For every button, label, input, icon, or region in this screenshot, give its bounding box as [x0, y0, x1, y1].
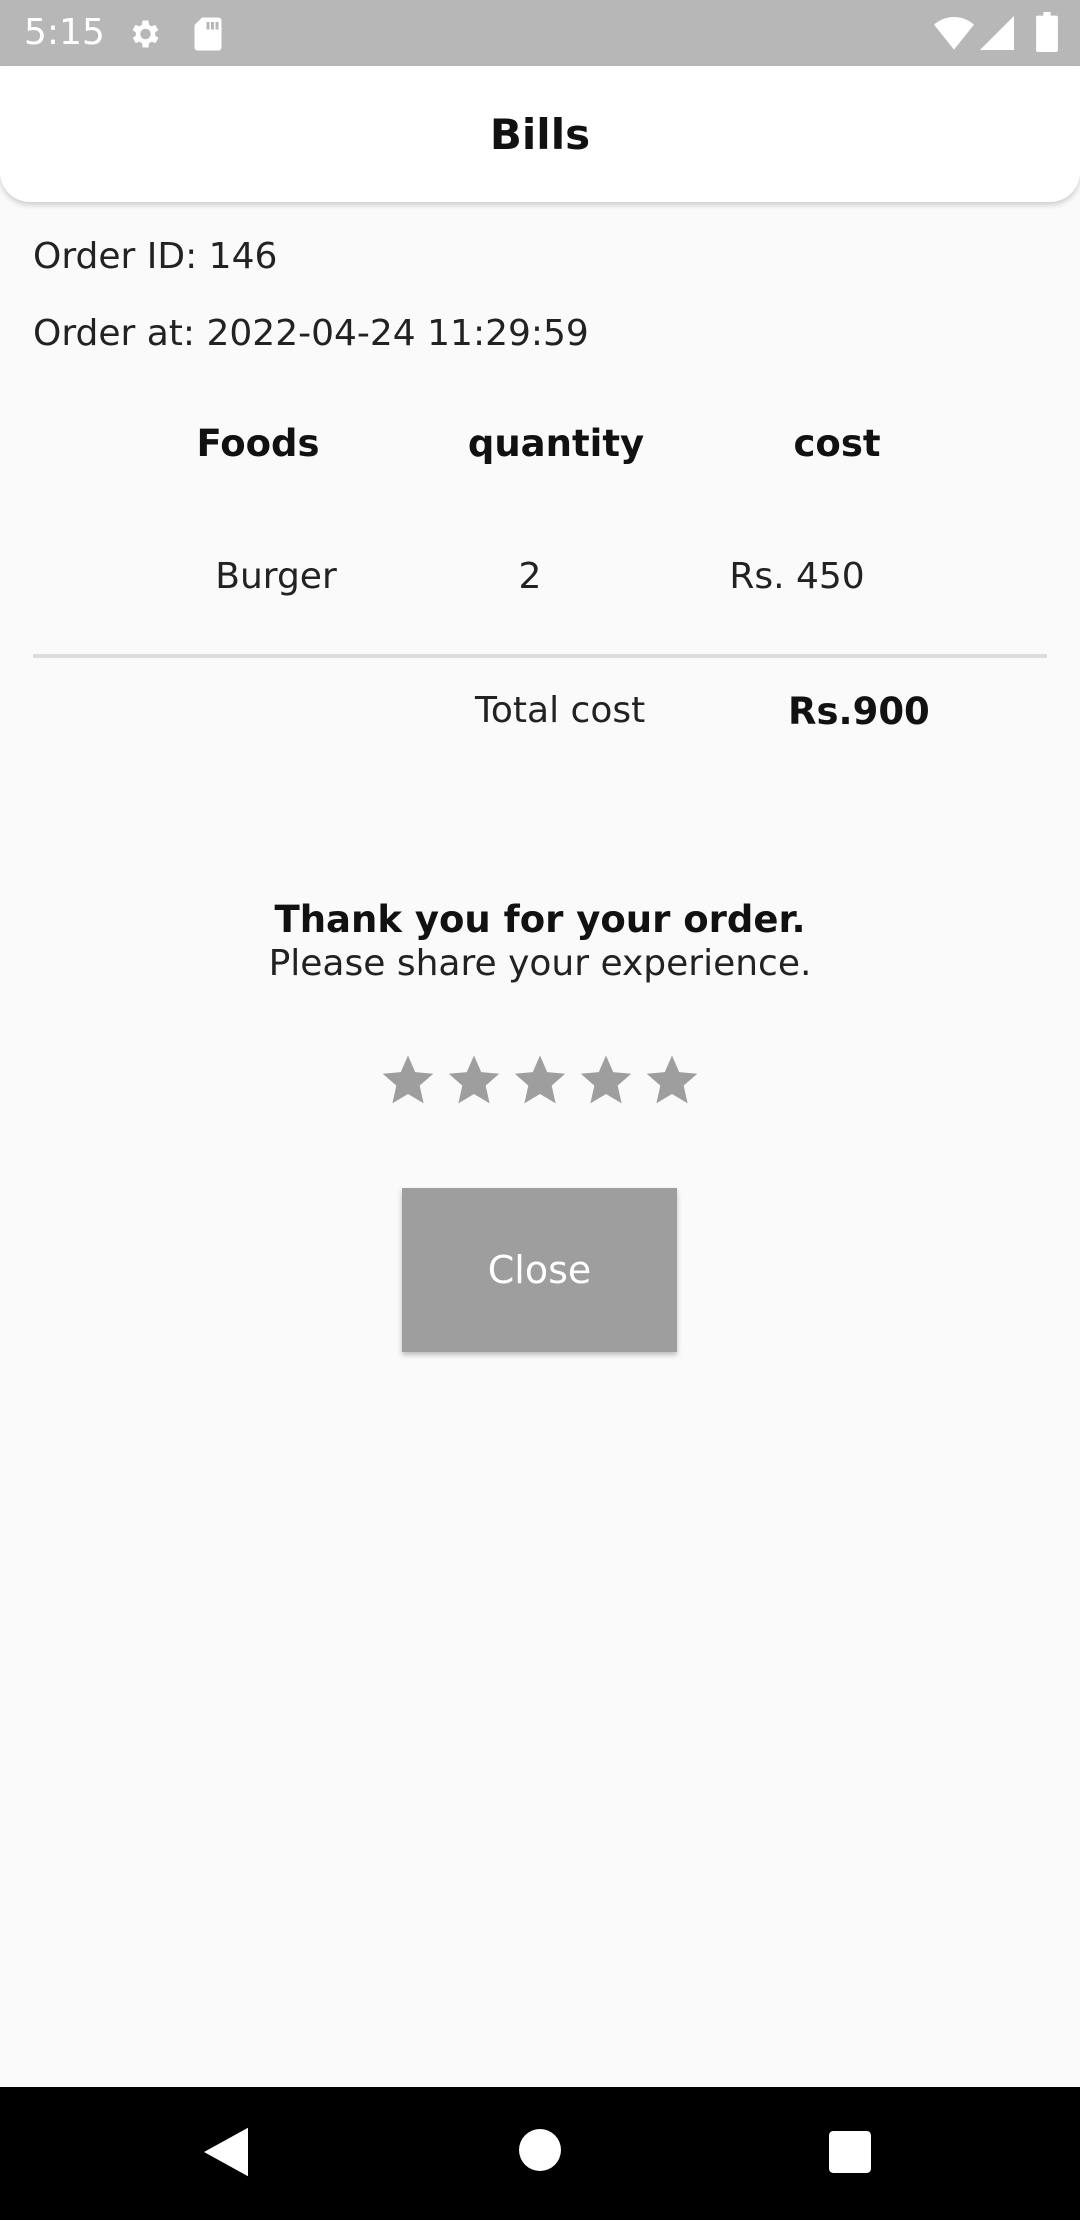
thanks-text: Thank you for your order.: [274, 898, 806, 941]
page-title: Bills: [489, 109, 591, 159]
header-foods: Foods: [196, 422, 320, 465]
sd-card-icon: [192, 16, 224, 56]
gear-icon: [126, 16, 162, 56]
navigation-bar: [0, 2087, 1080, 2220]
signal-icon: [980, 16, 1014, 54]
star-icon[interactable]: [446, 1052, 502, 1108]
status-bar: 5:15: [0, 0, 1080, 66]
feedback-prompt: Please share your experience.: [268, 943, 812, 984]
row-quantity: 2: [518, 556, 542, 597]
app-bar: Bills: [0, 66, 1080, 202]
header-quantity: quantity: [467, 422, 645, 465]
wifi-icon: [934, 16, 974, 54]
order-id: Order ID: 146: [33, 236, 278, 277]
back-icon[interactable]: [204, 2127, 248, 2181]
total-cost-value: Rs.900: [788, 690, 930, 733]
star-icon[interactable]: [644, 1052, 700, 1108]
recents-icon[interactable]: [829, 2131, 871, 2177]
status-time: 5:15: [24, 12, 105, 53]
feedback-message: Thank you for your order. Please share y…: [0, 898, 1080, 984]
star-icon[interactable]: [380, 1052, 436, 1108]
close-button[interactable]: Close: [402, 1188, 677, 1352]
order-time: Order at: 2022-04-24 11:29:59: [33, 313, 589, 354]
row-food: Burger: [215, 556, 337, 597]
total-cost-label: Total cost: [475, 690, 646, 731]
star-icon[interactable]: [578, 1052, 634, 1108]
row-cost: Rs. 450: [729, 556, 865, 597]
star-icon[interactable]: [512, 1052, 568, 1108]
header-cost: cost: [793, 422, 881, 465]
rating-stars: [0, 1052, 1080, 1108]
table-divider: [33, 654, 1047, 658]
home-icon[interactable]: [519, 2129, 561, 2175]
battery-icon: [1036, 12, 1058, 56]
